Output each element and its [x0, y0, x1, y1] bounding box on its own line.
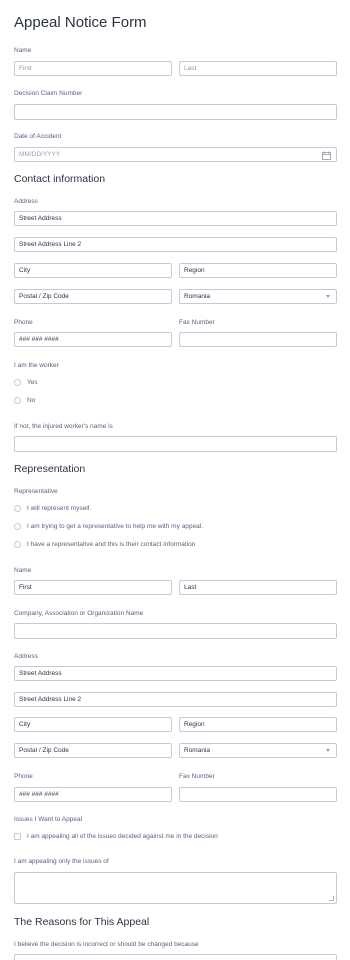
- rep-option-have[interactable]: I have a representative and this is thei…: [14, 541, 195, 548]
- page-title: Appeal Notice Form: [14, 14, 147, 31]
- rep-phone-placeholder: ### ### ####: [19, 791, 59, 798]
- street-address-line2-input[interactable]: Street Address Line 2: [14, 237, 337, 252]
- rep-option-seeking[interactable]: I am trying to get a representative to h…: [14, 523, 203, 530]
- worker-no-option[interactable]: No: [14, 397, 35, 404]
- first-name-input[interactable]: First: [14, 61, 172, 76]
- city-input[interactable]: City: [14, 263, 172, 278]
- injured-name-input[interactable]: [14, 436, 337, 452]
- appeal-all-option[interactable]: I am appealing all of the issues decided…: [14, 833, 218, 840]
- radio-no[interactable]: [14, 397, 21, 404]
- fax-input[interactable]: [179, 332, 337, 347]
- city-placeholder: City: [19, 267, 31, 274]
- rep-option-have-label: I have a representative and this is thei…: [27, 541, 196, 548]
- rep-option-seeking-label: I am trying to get a representative to h…: [27, 523, 203, 530]
- region-input[interactable]: Region: [179, 263, 337, 278]
- rep-street-address-input[interactable]: Street Address: [14, 666, 337, 681]
- street-address-placeholder: Street Address: [19, 215, 62, 222]
- country-value: Romania: [184, 293, 211, 300]
- reasons-textarea[interactable]: [14, 954, 337, 960]
- radio-self[interactable]: [14, 505, 21, 512]
- company-label: Company, Association or Organization Nam…: [14, 610, 144, 617]
- region-placeholder: Region: [184, 267, 205, 274]
- rep-fax-label: Fax Number: [179, 773, 215, 780]
- last-name-placeholder: Last: [184, 65, 197, 72]
- rep-fax-input[interactable]: [179, 787, 337, 802]
- rep-phone-label: Phone: [14, 773, 33, 780]
- worker-yes-option[interactable]: Yes: [14, 379, 38, 386]
- rep-street-address-line2-input[interactable]: Street Address Line 2: [14, 692, 337, 707]
- company-input[interactable]: [14, 623, 337, 639]
- resize-handle-icon[interactable]: [329, 896, 334, 901]
- appeal-only-label: I am appealing only the issues of: [14, 858, 109, 865]
- street-address-line2-placeholder: Street Address Line 2: [19, 241, 82, 248]
- rep-last-placeholder: Last: [184, 584, 197, 591]
- postal-code-input[interactable]: Postal / Zip Code: [14, 289, 172, 304]
- date-placeholder: MM/DD/YYYY: [19, 151, 61, 158]
- rep-region-placeholder: Region: [184, 721, 205, 728]
- date-of-accident-label: Date of Accident: [14, 133, 62, 140]
- appeal-all-checkbox[interactable]: [14, 833, 21, 840]
- chevron-down-icon: [326, 749, 330, 752]
- address-label: Address: [14, 198, 38, 205]
- worker-no-label: No: [27, 397, 36, 404]
- phone-input[interactable]: ### ### ####: [14, 332, 172, 347]
- rep-address-label: Address: [14, 653, 38, 660]
- first-name-placeholder: First: [19, 65, 32, 72]
- appeal-all-label: I am appealing all of the issues decided…: [27, 833, 218, 840]
- injured-name-label: If not, the injured worker's name is: [14, 423, 113, 430]
- rep-first-name-input[interactable]: First: [14, 580, 172, 595]
- rep-country-value: Romania: [184, 747, 211, 754]
- contact-info-heading: Contact information: [14, 173, 106, 185]
- issues-label: Issues I Want to Appeal: [14, 816, 83, 823]
- rep-postal-code-input[interactable]: Postal / Zip Code: [14, 743, 172, 758]
- rep-option-self-label: I will represent myself.: [27, 505, 92, 512]
- last-name-input[interactable]: Last: [179, 61, 337, 76]
- street-address-input[interactable]: Street Address: [14, 211, 337, 226]
- rep-last-name-input[interactable]: Last: [179, 580, 337, 595]
- representative-label: Representative: [14, 488, 58, 495]
- rep-street2-placeholder: Street Address Line 2: [19, 696, 82, 703]
- rep-region-input[interactable]: Region: [179, 717, 337, 732]
- rep-street-placeholder: Street Address: [19, 670, 62, 677]
- worker-label: I am the worker: [14, 362, 59, 369]
- phone-label: Phone: [14, 319, 33, 326]
- rep-city-placeholder: City: [19, 721, 31, 728]
- reasons-label: I believe the decision is incorrect or s…: [14, 941, 199, 948]
- appeal-only-textarea[interactable]: [14, 872, 337, 904]
- rep-city-input[interactable]: City: [14, 717, 172, 732]
- calendar-icon[interactable]: [322, 151, 331, 162]
- fax-label: Fax Number: [179, 319, 215, 326]
- radio-have[interactable]: [14, 541, 21, 548]
- decision-claim-label: Decision Claim Number: [14, 90, 83, 97]
- decision-claim-input[interactable]: [14, 104, 337, 120]
- rep-name-label: Name: [14, 567, 32, 574]
- country-select[interactable]: Romania: [179, 289, 337, 304]
- rep-postal-placeholder: Postal / Zip Code: [19, 747, 69, 754]
- radio-yes[interactable]: [14, 379, 21, 386]
- postal-code-placeholder: Postal / Zip Code: [19, 293, 69, 300]
- phone-placeholder: ### ### ####: [19, 336, 59, 343]
- worker-yes-label: Yes: [27, 379, 38, 386]
- representation-heading: Representation: [14, 463, 86, 475]
- rep-first-placeholder: First: [19, 584, 32, 591]
- chevron-down-icon: [326, 295, 330, 298]
- reasons-heading: The Reasons for This Appeal: [14, 916, 150, 928]
- date-of-accident-input[interactable]: MM/DD/YYYY: [14, 147, 337, 162]
- rep-option-self[interactable]: I will represent myself.: [14, 505, 91, 512]
- radio-seeking[interactable]: [14, 523, 21, 530]
- name-label: Name: [14, 47, 32, 54]
- rep-country-select[interactable]: Romania: [179, 743, 337, 758]
- rep-phone-input[interactable]: ### ### ####: [14, 787, 172, 802]
